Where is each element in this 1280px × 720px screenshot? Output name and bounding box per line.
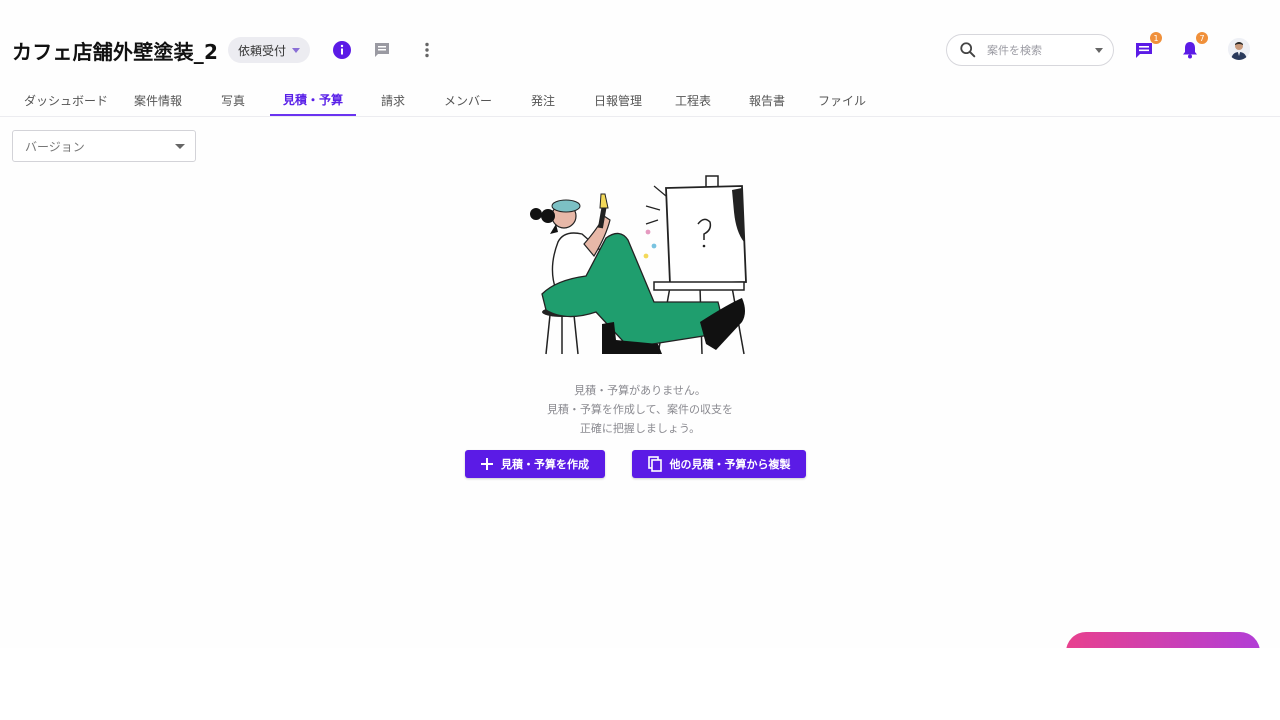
- info-circle-icon: [333, 41, 351, 59]
- tab-estimate-budget[interactable]: 見積・予算: [270, 84, 356, 116]
- app-window: カフェ店舗外壁塗装_2 依頼受付 案件を検索 1 7 ダッシュボード 案件情報 …: [0, 0, 1280, 648]
- user-avatar[interactable]: [1228, 38, 1250, 60]
- empty-state-line-3: 正確に把握しましょう。: [579, 422, 701, 435]
- avatar-image: [1228, 38, 1250, 60]
- empty-state-illustration: [530, 175, 747, 355]
- chevron-down-icon: [292, 47, 301, 53]
- copy-estimate-label: 他の見積・予算から複製: [669, 458, 791, 471]
- tab-files[interactable]: ファイル: [810, 84, 874, 116]
- copy-icon: [647, 456, 662, 472]
- tab-project-info[interactable]: 案件情報: [124, 84, 192, 116]
- create-estimate-button[interactable]: 見積・予算を作成: [465, 450, 605, 478]
- version-select-label: バージョン: [25, 139, 85, 154]
- copy-estimate-button[interactable]: 他の見積・予算から複製: [632, 450, 806, 478]
- tab-dashboard[interactable]: ダッシュボード: [18, 84, 114, 116]
- plus-icon: [481, 458, 493, 470]
- chevron-down-icon[interactable]: [1095, 47, 1103, 53]
- tab-bar: ダッシュボード 案件情報 写真 見積・予算 請求 メンバー 発注 日報管理 工程…: [0, 84, 1280, 117]
- tab-orders[interactable]: 発注: [520, 84, 566, 116]
- tab-daily-reports[interactable]: 日報管理: [586, 84, 650, 116]
- chat-badge: 1: [1150, 32, 1162, 44]
- search-icon: [960, 42, 976, 58]
- create-estimate-label: 見積・予算を作成: [501, 458, 589, 471]
- project-search[interactable]: 案件を検索: [946, 34, 1114, 66]
- bell-icon: [1183, 42, 1197, 59]
- empty-state-line-2: 見積・予算を作成して、案件の収支を: [546, 403, 734, 416]
- info-button[interactable]: [330, 38, 354, 62]
- floating-action-button[interactable]: [1066, 632, 1260, 648]
- comment-button[interactable]: [370, 38, 394, 62]
- tab-members[interactable]: メンバー: [436, 84, 500, 116]
- project-title: カフェ店舗外壁塗装_2: [12, 40, 219, 64]
- comment-icon: [375, 43, 389, 57]
- more-vertical-icon: [425, 42, 429, 58]
- bottom-blank-area: [0, 648, 1280, 720]
- search-input[interactable]: 案件を検索: [987, 42, 1095, 58]
- chevron-down-icon: [175, 143, 185, 149]
- empty-state-line-1: 見積・予算がありません。: [574, 384, 706, 397]
- tab-invoice[interactable]: 請求: [370, 84, 416, 116]
- status-label: 依頼受付: [238, 43, 287, 58]
- tab-schedule[interactable]: 工程表: [666, 84, 720, 116]
- chat-icon: [1136, 43, 1152, 58]
- tab-photos[interactable]: 写真: [206, 84, 260, 116]
- tab-reports[interactable]: 報告書: [740, 84, 794, 116]
- chat-button[interactable]: 1: [1132, 32, 1162, 62]
- notification-badge: 7: [1196, 32, 1208, 44]
- version-select[interactable]: バージョン: [12, 130, 196, 162]
- status-dropdown[interactable]: 依頼受付: [228, 37, 311, 63]
- more-options-button[interactable]: [415, 38, 439, 62]
- notifications-button[interactable]: 7: [1178, 32, 1208, 62]
